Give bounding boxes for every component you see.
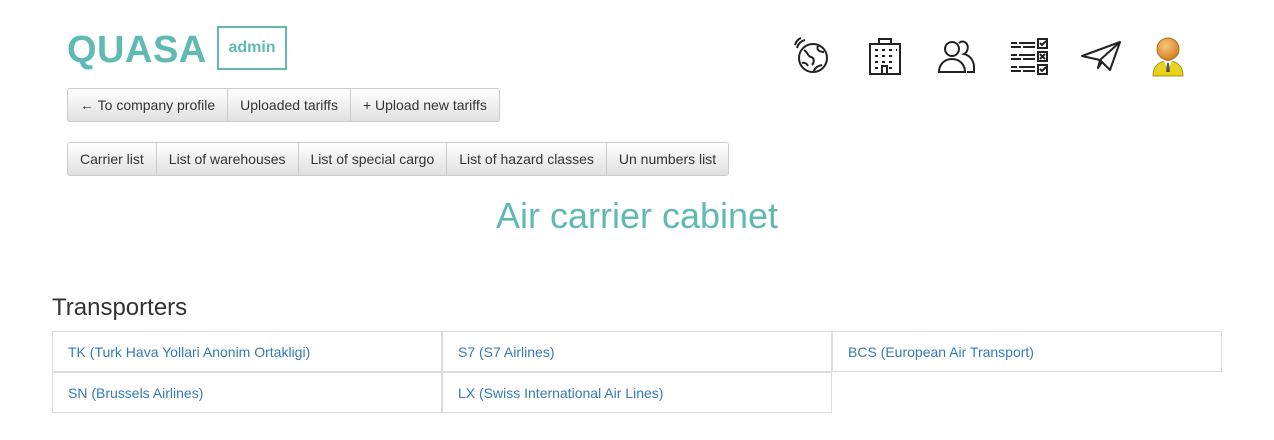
- transporter-link[interactable]: BCS (European Air Transport): [848, 344, 1034, 360]
- transporter-cell: LX (Swiss International Air Lines): [442, 372, 832, 413]
- role-badge: admin: [217, 26, 287, 70]
- transporter-link[interactable]: S7 (S7 Airlines): [458, 344, 554, 360]
- transporter-cell: BCS (European Air Transport): [832, 331, 1222, 372]
- transporter-cell: SN (Brussels Airlines): [52, 372, 442, 413]
- secondary-nav: Carrier list List of warehouses List of …: [67, 142, 730, 176]
- user-avatar-icon[interactable]: [1146, 34, 1190, 78]
- building-icon[interactable]: [863, 34, 907, 78]
- hazard-classes-list-button[interactable]: List of hazard classes: [446, 142, 607, 176]
- special-cargo-list-button[interactable]: List of special cargo: [297, 142, 448, 176]
- warehouses-list-button[interactable]: List of warehouses: [155, 142, 299, 176]
- transporter-link[interactable]: TK (Turk Hava Yollari Anonim Ortakligi): [68, 344, 310, 360]
- transporter-link[interactable]: LX (Swiss International Air Lines): [458, 385, 663, 401]
- app-logo[interactable]: QUASA: [67, 28, 207, 72]
- page-title: Air carrier cabinet: [495, 195, 779, 236]
- transporters-heading: Transporters: [52, 294, 188, 321]
- globe-icon[interactable]: [790, 34, 834, 78]
- uploaded-tariffs-button[interactable]: Uploaded tariffs: [227, 88, 351, 122]
- transporter-link[interactable]: SN (Brussels Airlines): [68, 385, 203, 401]
- un-numbers-list-button[interactable]: Un numbers list: [605, 142, 730, 176]
- upload-new-tariffs-button[interactable]: + Upload new tariffs: [349, 88, 500, 122]
- transporter-cell: S7 (S7 Airlines): [442, 331, 832, 372]
- checklist-icon[interactable]: [1007, 34, 1051, 78]
- users-icon[interactable]: [935, 34, 979, 78]
- transporter-cell: TK (Turk Hava Yollari Anonim Ortakligi): [52, 331, 442, 372]
- paper-plane-icon[interactable]: [1079, 34, 1123, 78]
- primary-nav: ← To company profile Uploaded tariffs + …: [67, 88, 500, 122]
- to-company-profile-button[interactable]: ← To company profile: [67, 88, 229, 122]
- carrier-list-button[interactable]: Carrier list: [67, 142, 157, 176]
